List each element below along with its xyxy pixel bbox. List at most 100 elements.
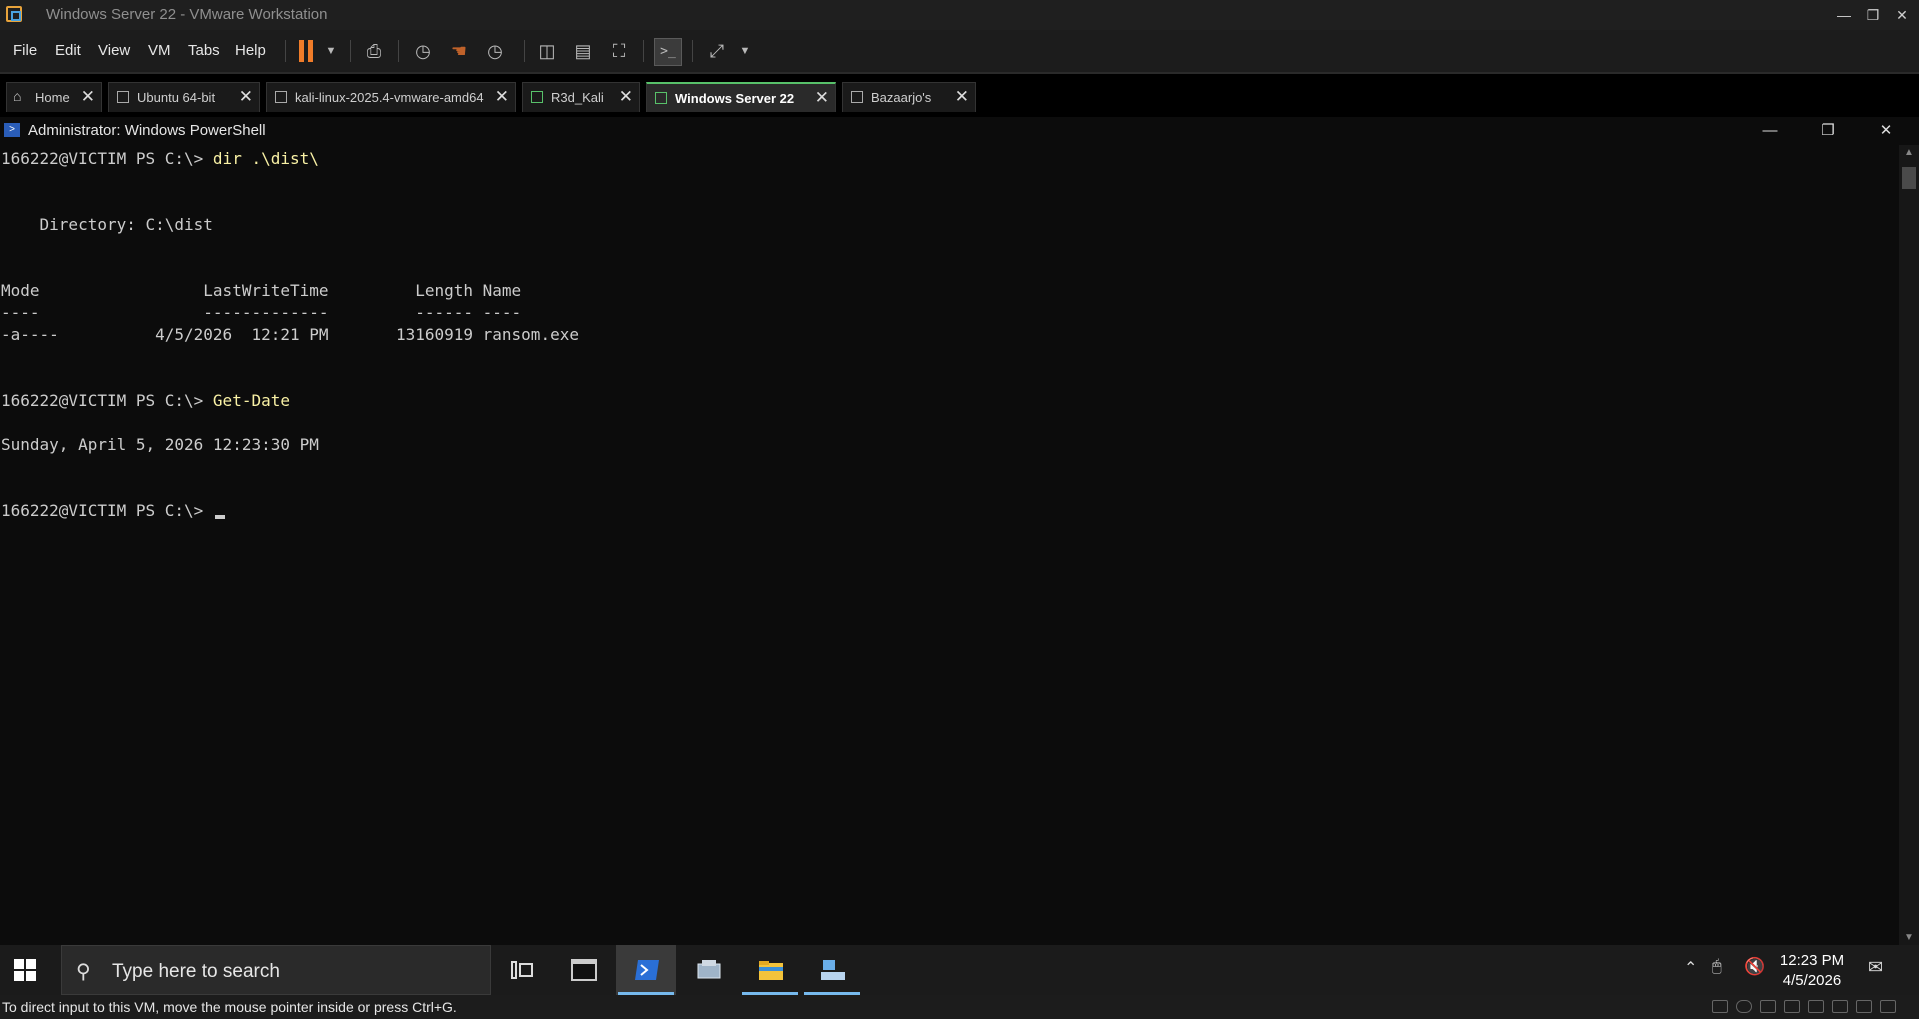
console-prompt: 166222@VICTIM PS C:\> [1, 501, 213, 520]
status-message: To direct input to this VM, move the mou… [2, 999, 457, 1015]
sound-card-icon[interactable] [1832, 1000, 1848, 1013]
network-taskbar-button[interactable] [802, 945, 862, 995]
console-prompt: 166222@VICTIM PS C:\> [1, 391, 213, 410]
menu-file[interactable]: File [13, 42, 37, 59]
tab-bazaarjos[interactable]: Bazaarjo's ✕ [842, 82, 976, 112]
stretch-dropdown-icon[interactable]: ▼ [732, 38, 758, 64]
text-cursor [214, 515, 225, 519]
close-tab-icon[interactable]: ✕ [495, 87, 509, 107]
vm-icon [851, 91, 863, 103]
scroll-up-icon[interactable]: ▲ [1899, 147, 1919, 158]
tab-home[interactable]: ⌂ Home ✕ [6, 82, 102, 112]
toolbar-separator [524, 40, 525, 62]
vm-icon [117, 91, 129, 103]
snapshot-manager-icon[interactable]: ◷ [482, 38, 508, 64]
snapshot-icon[interactable]: ◷ [410, 38, 436, 64]
search-icon: ⚲ [76, 961, 91, 983]
toolbar-separator [692, 40, 693, 62]
cmd-taskbar-button[interactable] [553, 945, 613, 995]
console-view-icon[interactable]: >_ [654, 38, 682, 66]
scroll-down-icon[interactable]: ▼ [1899, 932, 1919, 943]
menu-bar: File Edit View VM Tabs Help ▼ ⎙ ◷ ☚ ◷ ◫ … [0, 30, 1919, 74]
tab-label: R3d_Kali [551, 90, 604, 105]
vm-tab-bar: ⌂ Home ✕ Ubuntu 64-bit ✕ kali-linux-2025… [0, 74, 1919, 117]
guest-taskbar: ⚲ ⌃ 🖱 🔇 12:23 PM 4/5/2026 ✉ [0, 945, 1919, 995]
console-line: Mode LastWriteTime Length Name [1, 281, 522, 300]
menu-view[interactable]: View [98, 42, 130, 59]
pause-dropdown-icon[interactable]: ▼ [318, 38, 344, 64]
cd-dvd-icon[interactable] [1736, 1000, 1752, 1013]
task-view-icon [511, 961, 533, 979]
task-view-button[interactable] [491, 945, 551, 995]
tab-r3d-kali[interactable]: R3d_Kali ✕ [522, 82, 640, 112]
usb-controller-icon[interactable] [1808, 1000, 1824, 1013]
send-ctrl-alt-del-icon[interactable]: ⎙ [361, 38, 387, 64]
full-screen-icon[interactable]: ⛶ [606, 38, 632, 64]
revert-snapshot-icon[interactable]: ☚ [446, 38, 472, 64]
powershell-icon [635, 960, 659, 980]
restore-icon[interactable]: ❐ [1808, 117, 1848, 145]
powershell-console[interactable]: 166222@VICTIM PS C:\> dir .\dist\ Direct… [0, 145, 1899, 945]
powershell-taskbar-button[interactable] [616, 945, 676, 995]
host-status-bar: To direct input to this VM, move the mou… [0, 995, 1919, 1019]
powershell-icon: > [4, 123, 20, 137]
toolbar-separator [643, 40, 644, 62]
windows-start-icon[interactable] [14, 959, 36, 981]
pause-icon[interactable] [299, 40, 315, 62]
search-input[interactable] [110, 958, 474, 986]
tab-ubuntu[interactable]: Ubuntu 64-bit ✕ [108, 82, 260, 112]
notification-icon[interactable]: ✉ [1868, 957, 1883, 978]
tab-label: kali-linux-2025.4-vmware-amd64 [295, 90, 484, 105]
network-adapter-icon[interactable] [1760, 1000, 1776, 1013]
powershell-title-bar: > Administrator: Windows PowerShell — ❐ … [0, 117, 1919, 145]
close-tab-icon[interactable]: ✕ [239, 87, 253, 107]
file-explorer-taskbar-button[interactable] [740, 945, 800, 995]
console-line: Directory: C:\dist [1, 215, 213, 234]
menu-help[interactable]: Help [235, 42, 266, 59]
menu-vm[interactable]: VM [148, 42, 171, 59]
close-icon[interactable]: ✕ [1883, 0, 1919, 30]
powershell-window-title: Administrator: Windows PowerShell [28, 122, 266, 139]
hard-disk-icon[interactable] [1712, 1000, 1728, 1013]
tab-label: Windows Server 22 [675, 91, 795, 106]
message-log-icon[interactable] [1880, 1000, 1896, 1013]
toolbar-separator [350, 40, 351, 62]
command-prompt-icon [571, 959, 597, 981]
taskbar-search-box[interactable]: ⚲ [61, 945, 491, 995]
close-tab-icon[interactable]: ✕ [81, 87, 95, 107]
close-icon[interactable]: ✕ [1866, 117, 1906, 145]
minimize-icon[interactable]: — [1750, 117, 1790, 145]
stretch-guest-icon[interactable]: ⤢ [704, 38, 730, 64]
network-adapter-2-icon[interactable] [1784, 1000, 1800, 1013]
console-line: ---- ------------- ------ ---- [1, 303, 522, 322]
vmware-logo-icon [6, 6, 22, 22]
console-prompt: 166222@VICTIM PS C:\> [1, 149, 213, 168]
close-tab-icon[interactable]: ✕ [955, 87, 969, 107]
console-line: -a---- 4/5/2026 12:21 PM 13160919 ransom… [1, 325, 579, 344]
close-tab-icon[interactable]: ✕ [815, 88, 829, 108]
tab-windows-server-22[interactable]: Windows Server 22 ✕ [646, 82, 836, 112]
thumbnail-view-icon[interactable]: ▤ [570, 38, 596, 64]
tab-kali-linux[interactable]: kali-linux-2025.4-vmware-amd64 ✕ [266, 82, 516, 112]
scrollbar-thumb[interactable] [1902, 167, 1916, 189]
tab-label: Bazaarjo's [871, 90, 932, 105]
chevron-up-icon[interactable]: ⌃ [1684, 958, 1697, 978]
home-icon: ⌂ [13, 88, 22, 104]
console-line: 166222@VICTIM PS C:\> dir .\dist\ [1, 149, 319, 168]
library-view-icon[interactable]: ◫ [534, 38, 560, 64]
folder-icon [759, 961, 783, 980]
close-tab-icon[interactable]: ✕ [619, 87, 633, 107]
clock-time: 12:23 PM [1779, 952, 1845, 969]
network-app-icon [821, 960, 845, 980]
console-command: dir .\dist\ [212, 149, 319, 168]
printer-icon[interactable] [1856, 1000, 1872, 1013]
menu-edit[interactable]: Edit [55, 42, 81, 59]
taskbar-clock[interactable]: 12:23 PM 4/5/2026 [1762, 951, 1862, 991]
server-manager-icon [697, 960, 721, 979]
menu-tabs[interactable]: Tabs [188, 42, 220, 59]
toolbar-separator [285, 40, 286, 62]
host-window-title: Windows Server 22 - VMware Workstation [46, 6, 328, 23]
console-scrollbar[interactable]: ▲ ▼ [1899, 145, 1919, 945]
network-icon[interactable]: 🖱 [1712, 958, 1722, 976]
server-manager-taskbar-button[interactable] [678, 945, 738, 995]
